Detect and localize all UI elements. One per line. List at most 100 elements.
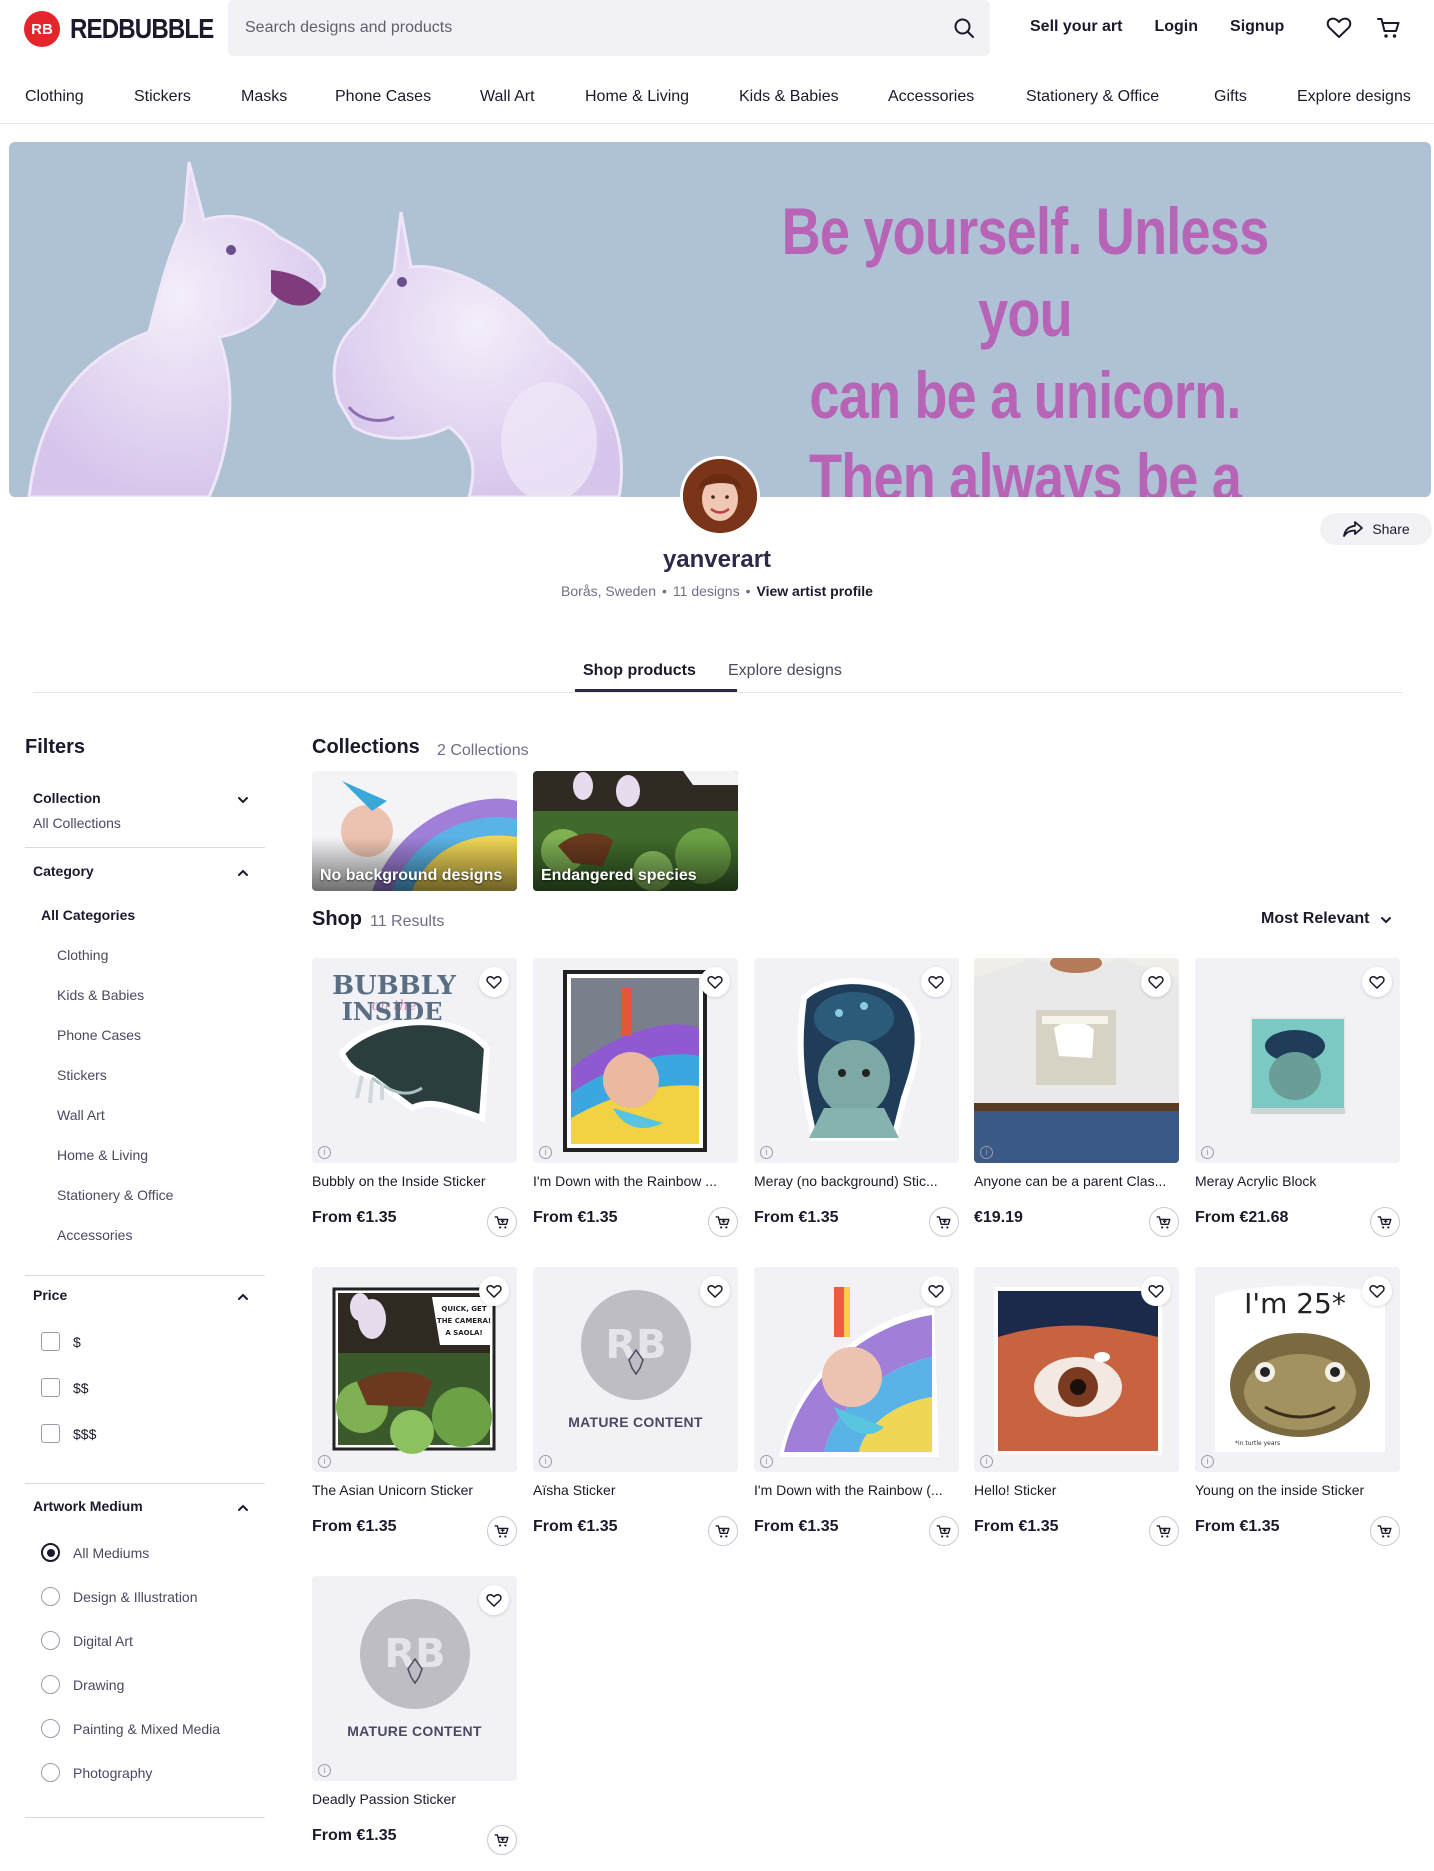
sell-your-art-link[interactable]: Sell your art bbox=[1030, 18, 1122, 36]
info-icon[interactable]: i bbox=[760, 1146, 773, 1159]
product-card[interactable]: i I'm Down with the Rainbow (... From €1… bbox=[754, 1267, 959, 1567]
product-title[interactable]: Deadly Passion Sticker bbox=[312, 1791, 517, 1807]
nav-home-living[interactable]: Home & Living bbox=[585, 88, 689, 106]
add-to-cart-button[interactable] bbox=[1149, 1516, 1179, 1546]
medium-radio-photography[interactable] bbox=[41, 1763, 60, 1782]
info-icon[interactable]: i bbox=[539, 1146, 552, 1159]
product-title[interactable]: Meray Acrylic Block bbox=[1195, 1173, 1400, 1189]
product-title[interactable]: Bubbly on the Inside Sticker bbox=[312, 1173, 517, 1189]
sort-dropdown[interactable]: Most Relevant bbox=[1261, 910, 1369, 928]
add-to-cart-button[interactable] bbox=[1370, 1207, 1400, 1237]
medium-radio-painting[interactable] bbox=[41, 1719, 60, 1738]
product-card[interactable]: i Meray (no background) Stic... From €1.… bbox=[754, 958, 959, 1258]
login-link[interactable]: Login bbox=[1154, 18, 1198, 36]
product-image[interactable]: RB MATURE CONTENT i bbox=[312, 1576, 517, 1781]
product-card[interactable]: RB MATURE CONTENT i Deadly Passion Stick… bbox=[312, 1576, 517, 1871]
product-card[interactable]: RB MATURE CONTENT i Aïsha Sticker From €… bbox=[533, 1267, 738, 1567]
price-checkbox-low[interactable] bbox=[41, 1332, 60, 1351]
nav-gifts[interactable]: Gifts bbox=[1214, 88, 1247, 106]
add-to-cart-button[interactable] bbox=[929, 1207, 959, 1237]
filter-category-accessories[interactable]: Accessories bbox=[57, 1227, 132, 1243]
add-to-cart-button[interactable] bbox=[487, 1207, 517, 1237]
add-to-cart-button[interactable] bbox=[1149, 1207, 1179, 1237]
filter-category-all[interactable]: All Categories bbox=[41, 907, 135, 923]
info-icon[interactable]: i bbox=[980, 1455, 993, 1468]
filter-medium-header[interactable]: Artwork Medium bbox=[33, 1498, 143, 1514]
filter-price-header[interactable]: Price bbox=[33, 1287, 67, 1303]
product-card[interactable]: I'm 25* *in turtle years i Young on the … bbox=[1195, 1267, 1400, 1567]
product-card[interactable]: BUBBLY on the INSIDE i Bubbly on the Ins… bbox=[312, 958, 517, 1258]
info-icon[interactable]: i bbox=[980, 1146, 993, 1159]
favorite-button[interactable] bbox=[479, 1276, 509, 1306]
tab-explore-designs[interactable]: Explore designs bbox=[728, 662, 842, 680]
filter-category-header[interactable]: Category bbox=[33, 863, 94, 879]
collection-card-endangered-species[interactable]: Endangered species bbox=[533, 771, 738, 891]
info-icon[interactable]: i bbox=[760, 1455, 773, 1468]
add-to-cart-button[interactable] bbox=[487, 1516, 517, 1546]
favorite-button[interactable] bbox=[479, 967, 509, 997]
share-button[interactable]: Share bbox=[1320, 513, 1432, 545]
filter-category-stickers[interactable]: Stickers bbox=[57, 1067, 107, 1083]
nav-clothing[interactable]: Clothing bbox=[25, 88, 84, 106]
nav-masks[interactable]: Masks bbox=[241, 88, 287, 106]
product-card[interactable]: i Meray Acrylic Block From €21.68 bbox=[1195, 958, 1400, 1258]
filter-category-stationery-office[interactable]: Stationery & Office bbox=[57, 1187, 173, 1203]
product-title[interactable]: Anyone can be a parent Clas... bbox=[974, 1173, 1179, 1189]
product-title[interactable]: Aïsha Sticker bbox=[533, 1482, 738, 1498]
favorite-button[interactable] bbox=[1362, 1276, 1392, 1306]
favorite-button[interactable] bbox=[921, 967, 951, 997]
filter-category-wall-art[interactable]: Wall Art bbox=[57, 1107, 105, 1123]
product-title[interactable]: Young on the inside Sticker bbox=[1195, 1482, 1400, 1498]
product-image[interactable]: i bbox=[974, 1267, 1179, 1472]
add-to-cart-button[interactable] bbox=[929, 1516, 959, 1546]
nav-wall-art[interactable]: Wall Art bbox=[480, 88, 535, 106]
nav-kids-babies[interactable]: Kids & Babies bbox=[739, 88, 839, 106]
favorite-button[interactable] bbox=[1141, 1276, 1171, 1306]
nav-accessories[interactable]: Accessories bbox=[888, 88, 974, 106]
product-image[interactable]: BUBBLY on the INSIDE i bbox=[312, 958, 517, 1163]
add-to-cart-button[interactable] bbox=[487, 1825, 517, 1855]
product-image[interactable]: i bbox=[974, 958, 1179, 1163]
favorite-button[interactable] bbox=[1362, 967, 1392, 997]
product-image[interactable]: i bbox=[533, 958, 738, 1163]
heart-icon[interactable] bbox=[1326, 16, 1352, 40]
favorite-button[interactable] bbox=[479, 1585, 509, 1615]
product-image[interactable]: i bbox=[754, 958, 959, 1163]
favorite-button[interactable] bbox=[1141, 967, 1171, 997]
search-icon[interactable] bbox=[952, 16, 976, 40]
product-title[interactable]: Hello! Sticker bbox=[974, 1482, 1179, 1498]
medium-radio-digital[interactable] bbox=[41, 1631, 60, 1650]
product-image[interactable]: RB MATURE CONTENT i bbox=[533, 1267, 738, 1472]
favorite-button[interactable] bbox=[921, 1276, 951, 1306]
favorite-button[interactable] bbox=[700, 1276, 730, 1306]
filter-category-phone-cases[interactable]: Phone Cases bbox=[57, 1027, 141, 1043]
product-card[interactable]: i Hello! Sticker From €1.35 bbox=[974, 1267, 1179, 1567]
product-title[interactable]: I'm Down with the Rainbow (... bbox=[754, 1482, 959, 1498]
product-title[interactable]: I'm Down with the Rainbow ... bbox=[533, 1173, 738, 1189]
tab-shop-products[interactable]: Shop products bbox=[583, 662, 696, 680]
info-icon[interactable]: i bbox=[1201, 1455, 1214, 1468]
filter-category-clothing[interactable]: Clothing bbox=[57, 947, 108, 963]
favorite-button[interactable] bbox=[700, 967, 730, 997]
product-card[interactable]: i Anyone can be a parent Clas... €19.19 bbox=[974, 958, 1179, 1258]
add-to-cart-button[interactable] bbox=[708, 1516, 738, 1546]
cart-icon[interactable] bbox=[1376, 16, 1402, 40]
chevron-up-icon[interactable] bbox=[236, 868, 250, 878]
medium-radio-design[interactable] bbox=[41, 1587, 60, 1606]
add-to-cart-button[interactable] bbox=[708, 1207, 738, 1237]
nav-explore-designs[interactable]: Explore designs bbox=[1297, 88, 1411, 106]
add-to-cart-button[interactable] bbox=[1370, 1516, 1400, 1546]
product-image[interactable]: i bbox=[754, 1267, 959, 1472]
nav-stickers[interactable]: Stickers bbox=[134, 88, 191, 106]
chevron-down-icon[interactable] bbox=[1380, 916, 1392, 925]
info-icon[interactable]: i bbox=[318, 1455, 331, 1468]
collection-card-no-background[interactable]: No background designs bbox=[312, 771, 517, 891]
nav-phone-cases[interactable]: Phone Cases bbox=[335, 88, 431, 106]
filter-category-kids-babies[interactable]: Kids & Babies bbox=[57, 987, 144, 1003]
signup-link[interactable]: Signup bbox=[1230, 18, 1284, 36]
chevron-up-icon[interactable] bbox=[236, 1292, 250, 1302]
chevron-up-icon[interactable] bbox=[236, 1503, 250, 1513]
price-checkbox-high[interactable] bbox=[41, 1424, 60, 1443]
product-title[interactable]: The Asian Unicorn Sticker bbox=[312, 1482, 517, 1498]
artist-avatar[interactable] bbox=[680, 456, 760, 536]
